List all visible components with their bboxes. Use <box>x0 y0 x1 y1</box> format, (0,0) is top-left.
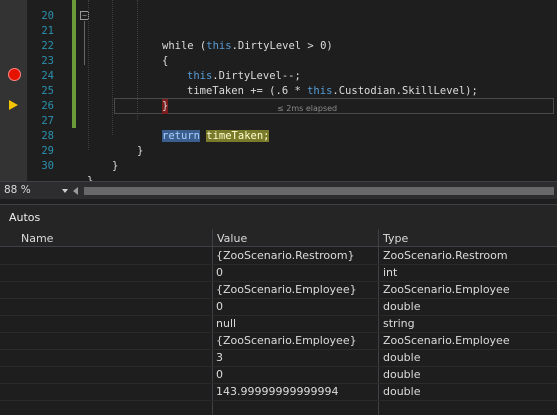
value-cell[interactable]: 143.99999999999994 <box>216 384 378 400</box>
type-cell: int <box>383 266 398 279</box>
value-cell[interactable]: 0 <box>216 299 378 315</box>
column-header-name[interactable]: Name <box>21 232 53 245</box>
instruction-pointer-icon[interactable] <box>9 100 18 110</box>
autos-row[interactable]: Capacity0int <box>0 265 557 282</box>
type-cell: double <box>383 351 421 364</box>
code-text: } <box>112 160 119 172</box>
code-line: 28 } <box>27 114 557 157</box>
code-line: 29 } <box>27 129 557 172</box>
code-line: 20 <box>27 0 557 22</box>
line-number: 30 <box>41 160 54 172</box>
value-cell[interactable]: 0 <box>216 367 378 383</box>
code-line: 24 timeTaken += (.6 * this.Custodian.Ski… <box>27 54 557 97</box>
autos-row[interactable]: this{ZooScenario.Restroom}ZooScenario.Re… <box>0 248 557 265</box>
code-line: 23 this.DirtyLevel--; <box>27 39 557 82</box>
code-line: 22 { <box>27 24 557 67</box>
breakpoint-icon[interactable] <box>8 68 21 81</box>
autos-row[interactable]: Custodian{ZooScenario.Employee}ZooScenar… <box>0 282 557 299</box>
code-editor[interactable]: − 20 21 while (this.DirtyLevel > 0) 22 {… <box>0 0 557 181</box>
value-cell[interactable]: 0 <box>216 265 378 281</box>
autos-row[interactable]: Gendernullstring <box>0 316 557 333</box>
chevron-down-icon[interactable] <box>62 189 68 193</box>
code-line-breakpoint: 25 } <box>27 69 557 114</box>
type-cell: string <box>383 317 415 330</box>
breakpoint-margin[interactable] <box>0 0 27 181</box>
type-cell: double <box>383 368 421 381</box>
editor-status-bar: 88 % <box>0 181 557 199</box>
type-cell: ZooScenario.Employee <box>383 283 510 296</box>
code-line-current: 27 return timeTaken; ≤ 2ms elapsed <box>27 99 557 142</box>
scroll-left-icon[interactable] <box>73 187 78 195</box>
autos-title: Autos <box>9 211 41 224</box>
type-cell: double <box>383 385 421 398</box>
zoom-dropdown[interactable]: 88 % <box>4 183 68 198</box>
grid-header: Name Value Type <box>0 229 557 247</box>
autos-row[interactable]: this.Custodian{ZooScenario.Employee}ZooS… <box>0 333 557 350</box>
code-lines[interactable]: − 20 21 while (this.DirtyLevel > 0) 22 {… <box>27 0 557 181</box>
autos-row[interactable]: this.DirtyLevel0double <box>0 367 557 384</box>
code-line: 21 while (this.DirtyLevel > 0) <box>27 9 557 52</box>
value-cell[interactable]: 3 <box>216 350 378 366</box>
type-cell: ZooScenario.Restroom <box>383 249 508 262</box>
column-header-value[interactable]: Value <box>217 232 247 245</box>
autos-grid[interactable]: Name Value Type this{ZooScenario.Restroo… <box>0 229 557 415</box>
code-text: } <box>87 175 94 181</box>
code-line: 26 <box>27 84 557 112</box>
type-cell: double <box>383 300 421 313</box>
value-cell[interactable]: null <box>216 316 378 332</box>
type-cell: ZooScenario.Employee <box>383 334 510 347</box>
autos-row[interactable]: DirtyLevel0double <box>0 299 557 316</box>
autos-window: Autos Name Value Type this{ZooScenario.R… <box>0 204 557 415</box>
horizontal-scrollbar-thumb[interactable] <box>84 187 554 195</box>
code-line: 30 } <box>27 144 557 181</box>
value-cell[interactable]: {ZooScenario.Employee} <box>216 282 378 298</box>
autos-row[interactable]: this.Custodian.SkillLevel3double <box>0 350 557 367</box>
autos-row[interactable]: timeTaken143.99999999999994double <box>0 384 557 401</box>
column-header-type[interactable]: Type <box>383 232 408 245</box>
value-cell[interactable]: {ZooScenario.Restroom} <box>216 248 378 264</box>
value-cell[interactable]: {ZooScenario.Employee} <box>216 333 378 349</box>
zoom-level: 88 % <box>4 184 31 196</box>
